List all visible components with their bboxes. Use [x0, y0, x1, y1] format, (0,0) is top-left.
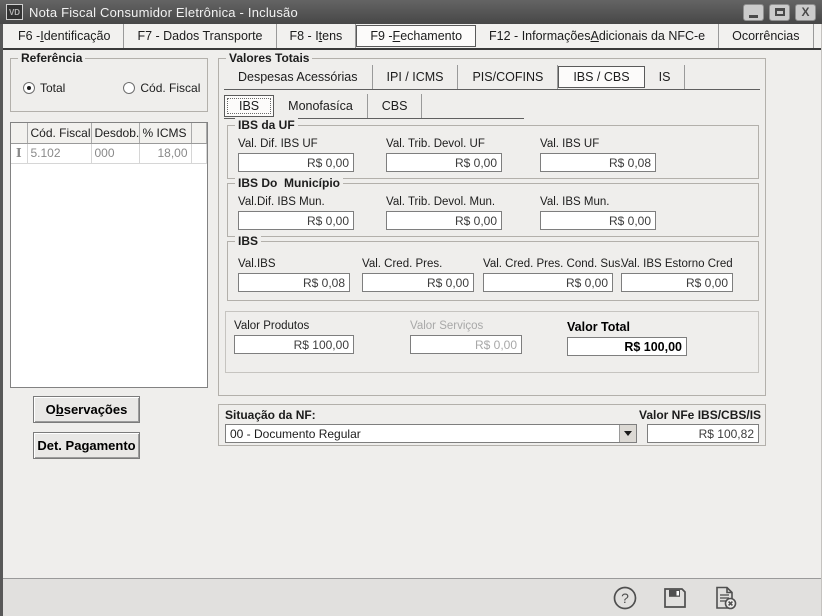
- app-icon: VD: [6, 4, 23, 20]
- save-icon[interactable]: [662, 585, 688, 611]
- chevron-down-icon[interactable]: [619, 425, 636, 442]
- val-dif-ibs-mun-field[interactable]: [238, 211, 354, 230]
- val-ibs-estorno-cred-field[interactable]: [621, 273, 733, 292]
- radio-cod-fiscal-label: Cód. Fiscal: [140, 81, 201, 95]
- situacao-selected-option: 00 - Documento Regular: [230, 426, 361, 441]
- radio-cod-fiscal-dot: [123, 82, 136, 94]
- grid-header-icms[interactable]: % ICMS: [139, 123, 192, 144]
- radio-total-dot: [23, 82, 35, 94]
- cancel-document-icon[interactable]: [712, 585, 738, 611]
- val-ibs-uf-label: Val. IBS UF: [540, 138, 600, 150]
- grid-header-marker: [11, 123, 28, 144]
- ibs-cbs-tab-bar: IBS Monofasíca CBS: [224, 94, 524, 119]
- tab-ibs[interactable]: IBS: [224, 95, 275, 117]
- valor-servicos-field: [410, 335, 522, 354]
- radio-total[interactable]: Total: [23, 81, 65, 95]
- cell-cod-fiscal[interactable]: 5.102: [27, 143, 92, 164]
- ibs-title: IBS: [235, 234, 262, 248]
- tab-ipi-icms[interactable]: IPI / ICMS: [373, 65, 459, 89]
- valores-totais-title: Valores Totais: [226, 51, 313, 65]
- help-icon[interactable]: ?: [612, 585, 638, 611]
- table-row[interactable]: I 5.102 000 18,00: [11, 143, 207, 164]
- cell-icms[interactable]: 18,00: [139, 143, 192, 164]
- ibs-do-municipio-title: IBS Do Município: [235, 176, 343, 190]
- bottom-toolbar: ?: [0, 578, 822, 616]
- valor-total-field[interactable]: [567, 337, 687, 356]
- valor-produtos-label: Valor Produtos: [234, 320, 310, 332]
- totais-panel: Valor Produtos Valor Serviços Valor Tota…: [225, 311, 759, 373]
- svg-text:?: ?: [621, 590, 629, 606]
- val-ibs-field[interactable]: [238, 273, 350, 292]
- val-ibs-uf-field[interactable]: [540, 153, 656, 172]
- tab-is[interactable]: IS: [645, 65, 685, 89]
- tab-f8-itens[interactable]: F8 - It ens: [277, 24, 357, 48]
- valor-total-label: Valor Total: [567, 320, 630, 334]
- grid-header-filler: [191, 123, 207, 144]
- ibs-groupbox: IBS Val.IBS Val. Cred. Pres. Val. Cred. …: [227, 234, 759, 301]
- situacao-combobox[interactable]: 00 - Documento Regular: [225, 424, 637, 443]
- referencia-title: Referência: [18, 51, 86, 65]
- val-ibs-estorno-cred-label: Val. IBS Estorno Cred: [621, 258, 733, 270]
- cell-desdob[interactable]: 000: [91, 143, 140, 164]
- val-trib-devol-uf-field[interactable]: [386, 153, 502, 172]
- minimize-icon[interactable]: [743, 3, 764, 21]
- valor-nfe-field[interactable]: [647, 424, 759, 443]
- tab-ocorrencias[interactable]: Ocorrências: [719, 24, 814, 48]
- radio-cod-fiscal[interactable]: Cód. Fiscal: [123, 81, 200, 95]
- ibs-do-municipio-groupbox: IBS Do Município Val.Dif. IBS Mun. Val. …: [227, 176, 759, 237]
- det-pagamento-button[interactable]: Det. Pa g amento: [33, 432, 140, 459]
- text-cursor-icon: I: [11, 143, 28, 164]
- tab-f9-fechamento[interactable]: F9 - Fechamento: [356, 25, 477, 47]
- window-controls: X: [743, 3, 816, 21]
- ibs-da-uf-groupbox: IBS da UF Val. Dif. IBS UF Val. Trib. De…: [227, 118, 759, 179]
- val-cred-pres-label: Val. Cred. Pres.: [362, 258, 443, 270]
- grid-header-desdob[interactable]: Desdob.: [91, 123, 140, 144]
- val-dif-ibs-uf-field[interactable]: [238, 153, 354, 172]
- ibs-da-uf-title: IBS da UF: [235, 118, 298, 132]
- maximize-icon[interactable]: [769, 3, 790, 21]
- val-cred-pres-field[interactable]: [362, 273, 474, 292]
- main-tab-bar: F6 - Identificação F7 - Dados Transporte…: [0, 24, 822, 50]
- title-bar[interactable]: VD Nota Fiscal Consumidor Eletrônica - I…: [0, 0, 822, 24]
- grid-header-cod-fiscal[interactable]: Cód. Fiscal: [27, 123, 92, 144]
- val-cred-pres-cond-sus-label: Val. Cred. Pres. Cond. Sus.: [483, 258, 624, 270]
- tab-f7-dados-transporte[interactable]: F7 - Dados Transporte: [124, 24, 277, 48]
- tab-cbs[interactable]: CBS: [368, 94, 423, 118]
- observacoes-button[interactable]: Ob servações: [33, 396, 140, 423]
- valor-nfe-label: Valor NFe IBS/CBS/IS: [639, 408, 762, 422]
- situacao-label: Situação da NF:: [225, 408, 316, 422]
- valor-servicos-label: Valor Serviços: [410, 320, 484, 332]
- situacao-box: Situação da NF: 00 - Documento Regular V…: [218, 404, 766, 446]
- cod-fiscal-grid[interactable]: Cód. Fiscal Desdob. % ICMS I 5.102 000 1…: [10, 122, 208, 388]
- val-cred-pres-cond-sus-field[interactable]: [483, 273, 613, 292]
- val-dif-ibs-uf-label: Val. Dif. IBS UF: [238, 138, 318, 150]
- nfc-e-window: VD Nota Fiscal Consumidor Eletrônica - I…: [0, 0, 822, 616]
- referencia-groupbox: Referência Total Cód. Fiscal: [10, 51, 208, 112]
- close-icon[interactable]: X: [795, 3, 816, 21]
- val-dif-ibs-mun-label: Val.Dif. IBS Mun.: [238, 196, 325, 208]
- val-trib-devol-mun-label: Val. Trib. Devol. Mun.: [386, 196, 496, 208]
- window-title: Nota Fiscal Consumidor Eletrônica - Incl…: [29, 4, 298, 20]
- val-trib-devol-mun-field[interactable]: [386, 211, 502, 230]
- tab-pis-cofins[interactable]: PIS/COFINS: [458, 65, 559, 89]
- grid-header-row: Cód. Fiscal Desdob. % ICMS: [11, 123, 207, 144]
- tab-despesas-acessorias[interactable]: Despesas Acessórias: [224, 65, 373, 89]
- valores-totais-groupbox: Valores Totais Despesas Acessórias IPI /…: [218, 51, 766, 396]
- tab-f6-identificacao[interactable]: F6 - Identificação: [5, 24, 125, 48]
- val-trib-devol-uf-label: Val. Trib. Devol. UF: [386, 138, 485, 150]
- tab-ibs-cbs[interactable]: IBS / CBS: [558, 66, 645, 88]
- val-ibs-mun-label: Val. IBS Mun.: [540, 196, 610, 208]
- val-ibs-mun-field[interactable]: [540, 211, 656, 230]
- valores-tab-bar: Despesas Acessórias IPI / ICMS PIS/COFIN…: [224, 65, 760, 90]
- val-ibs-label: Val.IBS: [238, 258, 276, 270]
- radio-total-label: Total: [40, 81, 66, 95]
- valor-produtos-field[interactable]: [234, 335, 354, 354]
- tab-f12-informacoes-adicionais[interactable]: F12 - Informações Adicionais da NFC-e: [476, 24, 720, 48]
- tab-monofasica[interactable]: Monofasíca: [274, 94, 368, 118]
